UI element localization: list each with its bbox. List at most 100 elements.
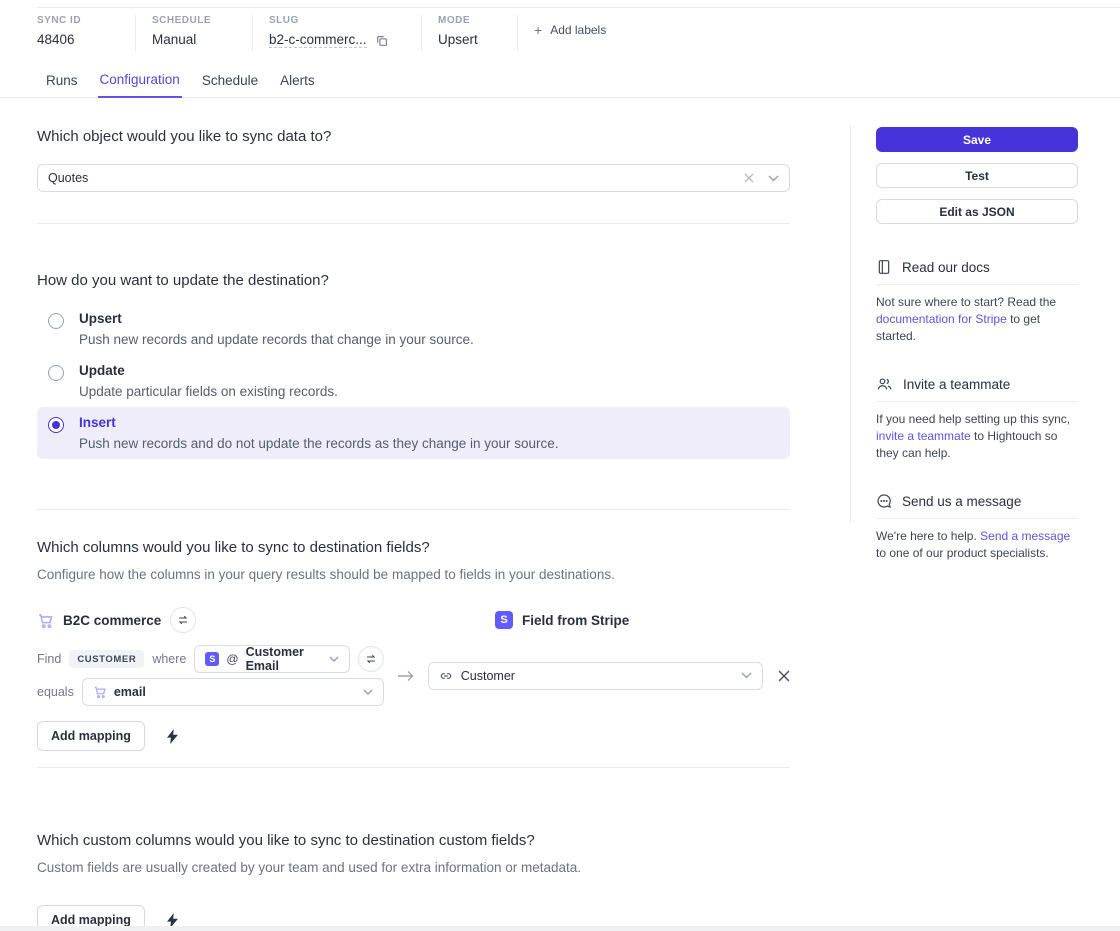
meta-sync-id: SYNC ID 48406 xyxy=(37,15,119,47)
add-mapping-controls: Add mapping xyxy=(37,721,790,751)
object-question: Which object would you like to sync data… xyxy=(37,128,790,145)
mapping-find-line: Find CUSTOMER where S @ Customer Email xyxy=(37,645,384,673)
docs-text: Not sure where to start? Read the docume… xyxy=(876,294,1078,345)
message-text: We're here to help. Send a message to on… xyxy=(876,528,1078,562)
swap-match-button[interactable] xyxy=(358,646,384,672)
remove-mapping-button[interactable] xyxy=(778,670,790,682)
mode-value: Upsert xyxy=(438,32,501,47)
message-link[interactable]: Send a message xyxy=(980,529,1070,543)
object-select-value: Quotes xyxy=(48,171,88,185)
sync-meta-header: SYNC ID 48406 SCHEDULE Manual SLUG b2-c-… xyxy=(37,15,606,51)
source-model-label: B2C commerce xyxy=(63,613,161,628)
edit-as-json-button[interactable]: Edit as JSON xyxy=(876,199,1078,224)
arrow-right-icon xyxy=(397,670,414,682)
customer-object-badge: CUSTOMER xyxy=(69,650,144,668)
chevron-down-icon xyxy=(363,689,373,695)
destination-column-header: S Field from Stripe xyxy=(495,611,629,629)
destination-field-select[interactable]: Customer xyxy=(428,662,763,690)
equals-label: equals xyxy=(37,685,74,699)
find-label: Find xyxy=(37,652,61,666)
action-sidebar: Save Test Edit as JSON Read our docs Not… xyxy=(876,127,1078,562)
message-text-after: to one of our product specialists. xyxy=(876,546,1049,560)
save-button[interactable]: Save xyxy=(876,127,1078,152)
columns-question: Which columns would you like to sync to … xyxy=(37,539,790,556)
invite-title: Invite a teammate xyxy=(903,377,1010,392)
add-labels-button[interactable]: + Add labels xyxy=(534,23,606,37)
side-divider xyxy=(876,401,1078,402)
invite-section: Invite a teammate If you need help setti… xyxy=(876,376,1078,462)
chevron-down-icon xyxy=(741,672,752,679)
meta-label: SCHEDULE xyxy=(152,15,236,26)
radio-option-insert[interactable]: Insert Push new records and do not updat… xyxy=(37,407,790,459)
meta-label: SLUG xyxy=(269,15,405,26)
radio-label: Update xyxy=(79,363,338,378)
invite-heading: Invite a teammate xyxy=(876,376,1078,392)
at-symbol: @ xyxy=(226,652,238,666)
meta-divider xyxy=(517,15,518,51)
object-select[interactable]: Quotes xyxy=(37,164,790,192)
lightning-icon[interactable] xyxy=(167,729,178,744)
invite-link[interactable]: invite a teammate xyxy=(876,429,971,443)
tab-bar: Runs Configuration Schedule Alerts xyxy=(0,70,1120,98)
side-divider xyxy=(876,518,1078,519)
schedule-value: Manual xyxy=(152,32,236,47)
radio-description: Push new records and update records that… xyxy=(79,332,474,347)
tab-alerts[interactable]: Alerts xyxy=(278,70,317,97)
destination-field-value: Customer xyxy=(461,669,515,683)
radio-icon[interactable] xyxy=(48,365,64,381)
tab-runs[interactable]: Runs xyxy=(44,70,80,97)
docs-heading: Read our docs xyxy=(876,259,1078,275)
side-divider xyxy=(876,284,1078,285)
slug-value[interactable]: b2-c-commerc... xyxy=(269,32,367,48)
invite-text-before: If you need help setting up this sync, xyxy=(876,412,1070,426)
close-icon xyxy=(778,670,790,682)
tab-configuration[interactable]: Configuration xyxy=(98,70,182,98)
radio-option-upsert[interactable]: Upsert Push new records and update recor… xyxy=(37,303,790,355)
section-divider xyxy=(37,767,790,768)
tab-schedule[interactable]: Schedule xyxy=(200,70,260,97)
mapping-equals-line: equals email xyxy=(37,678,384,706)
destination-field-label: Field from Stripe xyxy=(522,613,629,628)
clear-icon[interactable] xyxy=(744,173,754,183)
mode-question: How do you want to update the destinatio… xyxy=(37,272,790,289)
stripe-icon: S xyxy=(205,652,219,666)
meta-divider xyxy=(135,15,136,51)
mapping-row: Find CUSTOMER where S @ Customer Email xyxy=(37,645,790,706)
top-divider xyxy=(37,7,1120,8)
chevron-down-icon[interactable] xyxy=(768,175,779,182)
chevron-down-icon xyxy=(329,656,339,662)
swap-icon xyxy=(177,614,189,626)
book-icon xyxy=(876,259,892,275)
docs-link[interactable]: documentation for Stripe xyxy=(876,312,1007,326)
radio-label: Insert xyxy=(79,415,559,430)
radio-description: Push new records and do not update the r… xyxy=(79,436,559,451)
where-field-select[interactable]: S @ Customer Email xyxy=(194,645,349,673)
mapping-source-side: Find CUSTOMER where S @ Customer Email xyxy=(37,645,384,706)
swap-icon xyxy=(365,653,377,665)
test-button[interactable]: Test xyxy=(876,163,1078,188)
docs-title: Read our docs xyxy=(902,260,990,275)
copy-icon xyxy=(375,34,388,47)
swap-source-button[interactable] xyxy=(170,607,196,633)
copy-slug-button[interactable] xyxy=(375,34,388,47)
radio-icon-selected[interactable] xyxy=(48,417,64,433)
meta-label: SYNC ID xyxy=(37,15,119,26)
message-heading: Send us a message xyxy=(876,493,1078,509)
equals-column-select[interactable]: email xyxy=(82,678,384,706)
mode-radio-group: Upsert Push new records and update recor… xyxy=(37,303,790,459)
meta-divider xyxy=(252,15,253,51)
page-bottom-edge xyxy=(0,926,1120,931)
configuration-form: Which object would you like to sync data… xyxy=(37,110,790,931)
add-mapping-button[interactable]: Add mapping xyxy=(37,721,145,751)
radio-icon[interactable] xyxy=(48,313,64,329)
people-icon xyxy=(876,376,893,392)
docs-section: Read our docs Not sure where to start? R… xyxy=(876,259,1078,345)
meta-schedule: SCHEDULE Manual xyxy=(152,15,236,47)
message-title: Send us a message xyxy=(902,494,1021,509)
message-text-before: We're here to help. xyxy=(876,529,980,543)
equals-column-value: email xyxy=(114,685,146,699)
docs-text-before: Not sure where to start? Read the xyxy=(876,295,1056,309)
radio-option-update[interactable]: Update Update particular fields on exist… xyxy=(37,355,790,407)
custom-columns-question: Which custom columns would you like to s… xyxy=(37,832,790,849)
section-divider xyxy=(37,223,790,224)
